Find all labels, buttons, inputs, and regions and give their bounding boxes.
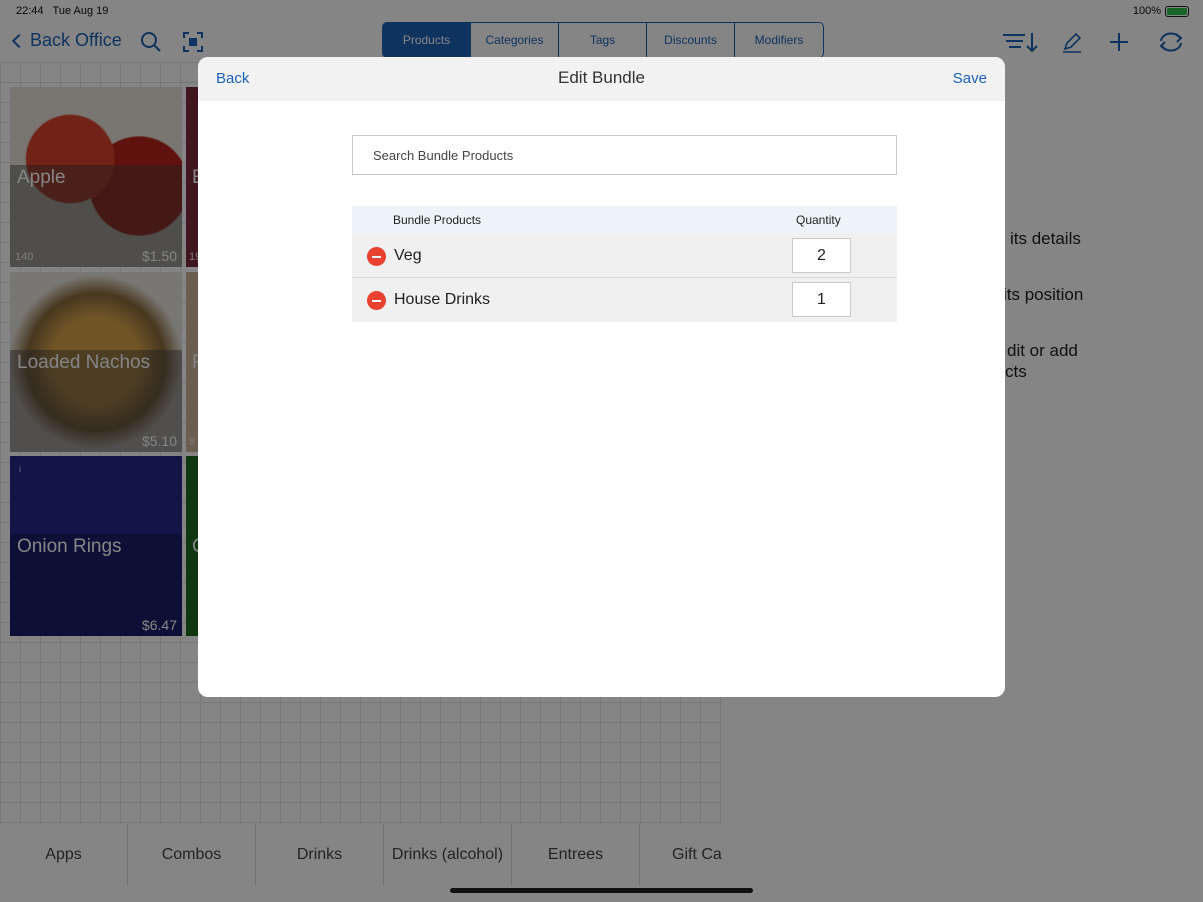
quantity-field[interactable] — [792, 282, 851, 317]
table-row: House Drinks — [352, 278, 897, 322]
quantity-field[interactable] — [792, 238, 851, 273]
home-indicator[interactable] — [450, 888, 753, 893]
row-product-name: Veg — [394, 247, 422, 264]
save-button[interactable]: Save — [953, 70, 987, 87]
edit-bundle-dialog: Back Edit Bundle Save Bundle Products Qu… — [198, 57, 1005, 697]
remove-icon[interactable] — [367, 247, 386, 266]
column-header-quantity: Quantity — [796, 213, 841, 227]
remove-icon[interactable] — [367, 291, 386, 310]
column-header-products: Bundle Products — [393, 213, 482, 227]
quantity-input[interactable] — [793, 239, 850, 272]
table-header: Bundle Products Quantity — [352, 206, 897, 234]
dialog-title: Edit Bundle — [558, 68, 645, 87]
bundle-search-field[interactable] — [352, 135, 897, 175]
bundle-search-input[interactable] — [353, 136, 896, 174]
bundle-products-table: Bundle Products Quantity Veg House Drink… — [352, 206, 897, 322]
quantity-input[interactable] — [793, 283, 850, 316]
table-row: Veg — [352, 234, 897, 278]
row-product-name: House Drinks — [394, 291, 491, 308]
dialog-header: Back Edit Bundle Save — [198, 57, 1005, 101]
